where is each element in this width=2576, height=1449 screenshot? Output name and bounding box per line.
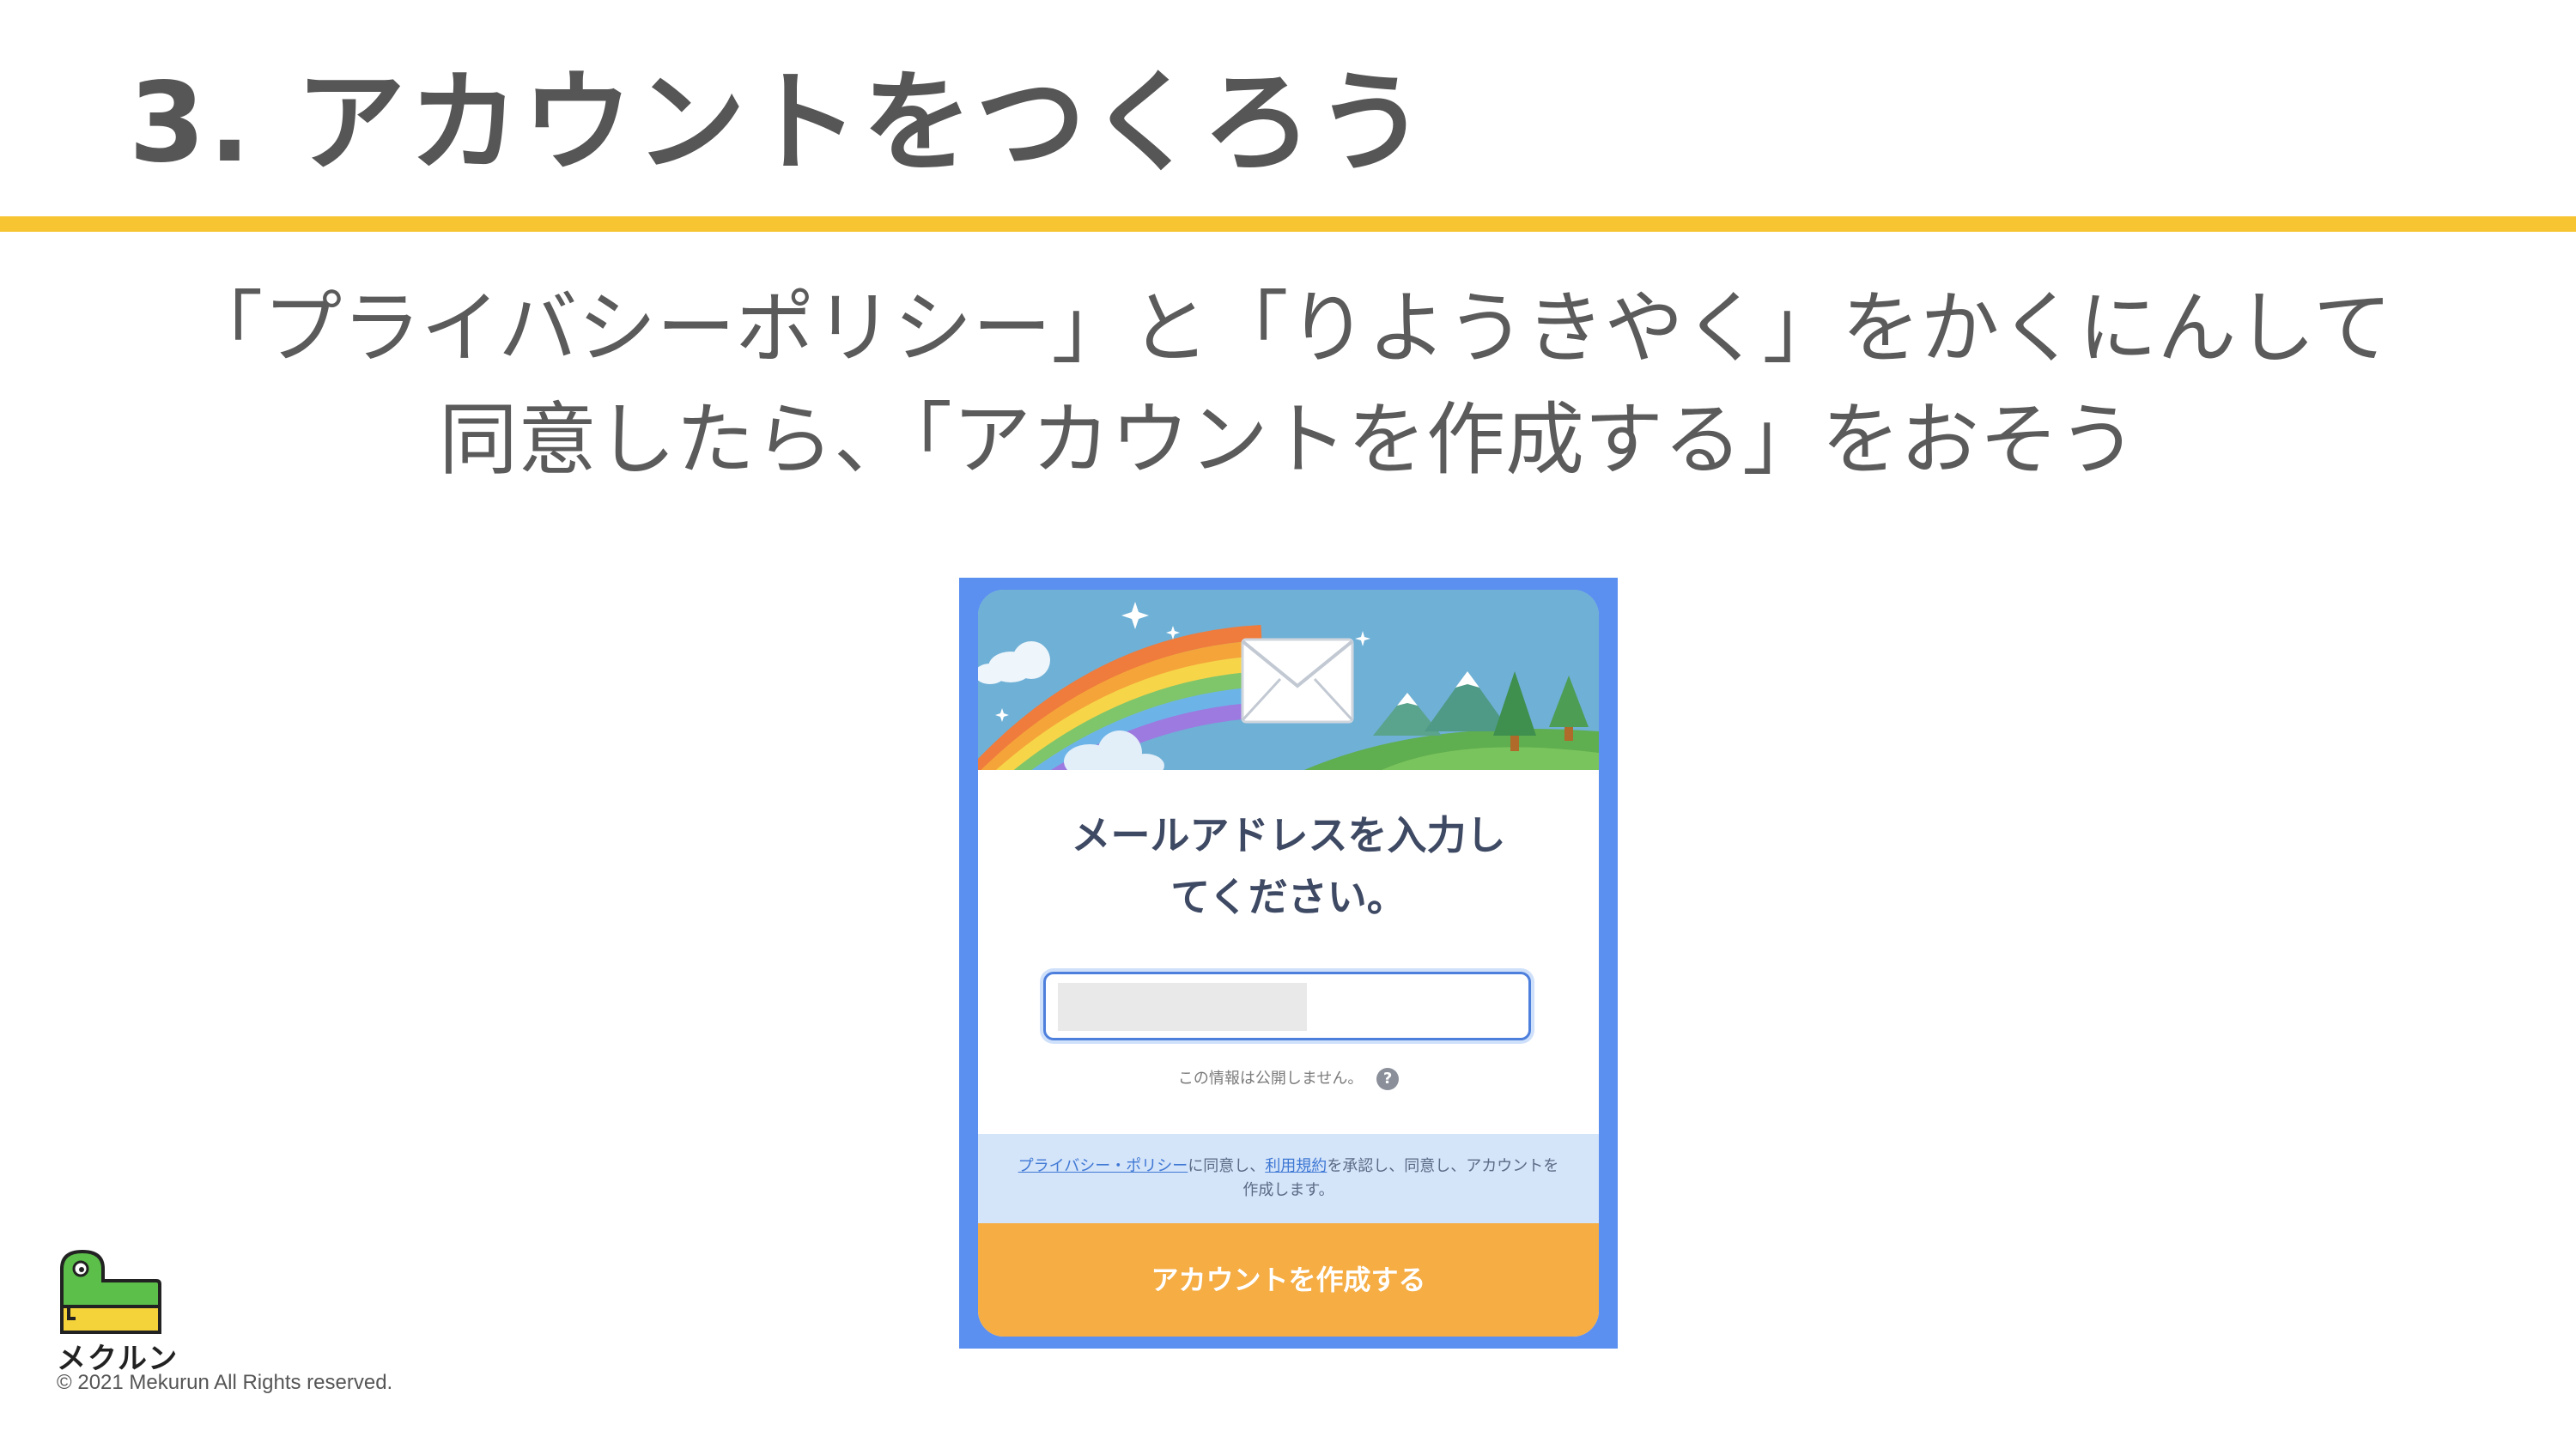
consent-text: プライバシー・ポリシーに同意し、利用規約を承認し、同意し、アカウントを作成します… bbox=[1012, 1155, 1564, 1203]
account-signup-card: メールアドレスを入力し てください。 この情報は公開しません。 ? プライバシー… bbox=[978, 590, 1599, 1337]
redacted-email-value bbox=[1058, 983, 1307, 1031]
slide: 3. アカウントをつくろう 「プライバシーポリシー」と「りようきやく」をかくにん… bbox=[0, 0, 2576, 1449]
copyright-notice: © 2021 Mekurun All Rights reserved. bbox=[57, 1371, 393, 1394]
question-circle-icon[interactable]: ? bbox=[1376, 1068, 1400, 1090]
instruction-text: 「プライバシーポリシー」と「りようきやく」をかくにんして 同意したら、「アカウン… bbox=[0, 273, 2576, 496]
email-input[interactable] bbox=[1043, 972, 1531, 1040]
privacy-policy-link[interactable]: プライバシー・ポリシー bbox=[1018, 1157, 1188, 1175]
form-heading: メールアドレスを入力し てください。 bbox=[978, 804, 1599, 928]
create-account-button[interactable]: アカウントを作成する bbox=[978, 1223, 1599, 1337]
screenshot-frame: メールアドレスを入力し てください。 この情報は公開しません。 ? プライバシー… bbox=[959, 578, 1618, 1349]
title-divider bbox=[0, 216, 2576, 232]
consent-area: プライバシー・ポリシーに同意し、利用規約を承認し、同意し、アカウントを作成します… bbox=[978, 1134, 1599, 1223]
privacy-note-text: この情報は公開しません。 bbox=[1177, 1070, 1364, 1088]
banner-illustration bbox=[978, 590, 1599, 770]
form-heading-line-1: メールアドレスを入力し bbox=[1071, 812, 1506, 858]
envelope-icon bbox=[1241, 638, 1354, 724]
mekurun-dinosaur-logo bbox=[57, 1246, 163, 1341]
privacy-note: この情報は公開しません。 ? bbox=[978, 1066, 1599, 1090]
instruction-line-1: 「プライバシーポリシー」と「りようきやく」をかくにんして bbox=[184, 282, 2392, 374]
instruction-line-2: 同意したら、「アカウントを作成する」をおそう bbox=[438, 394, 2137, 486]
consent-text-between: に同意し、 bbox=[1188, 1157, 1266, 1175]
form-heading-line-2: てください。 bbox=[1170, 874, 1406, 920]
page-title: 3. アカウントをつくろう bbox=[129, 59, 1430, 187]
terms-of-service-link[interactable]: 利用規約 bbox=[1265, 1157, 1327, 1175]
